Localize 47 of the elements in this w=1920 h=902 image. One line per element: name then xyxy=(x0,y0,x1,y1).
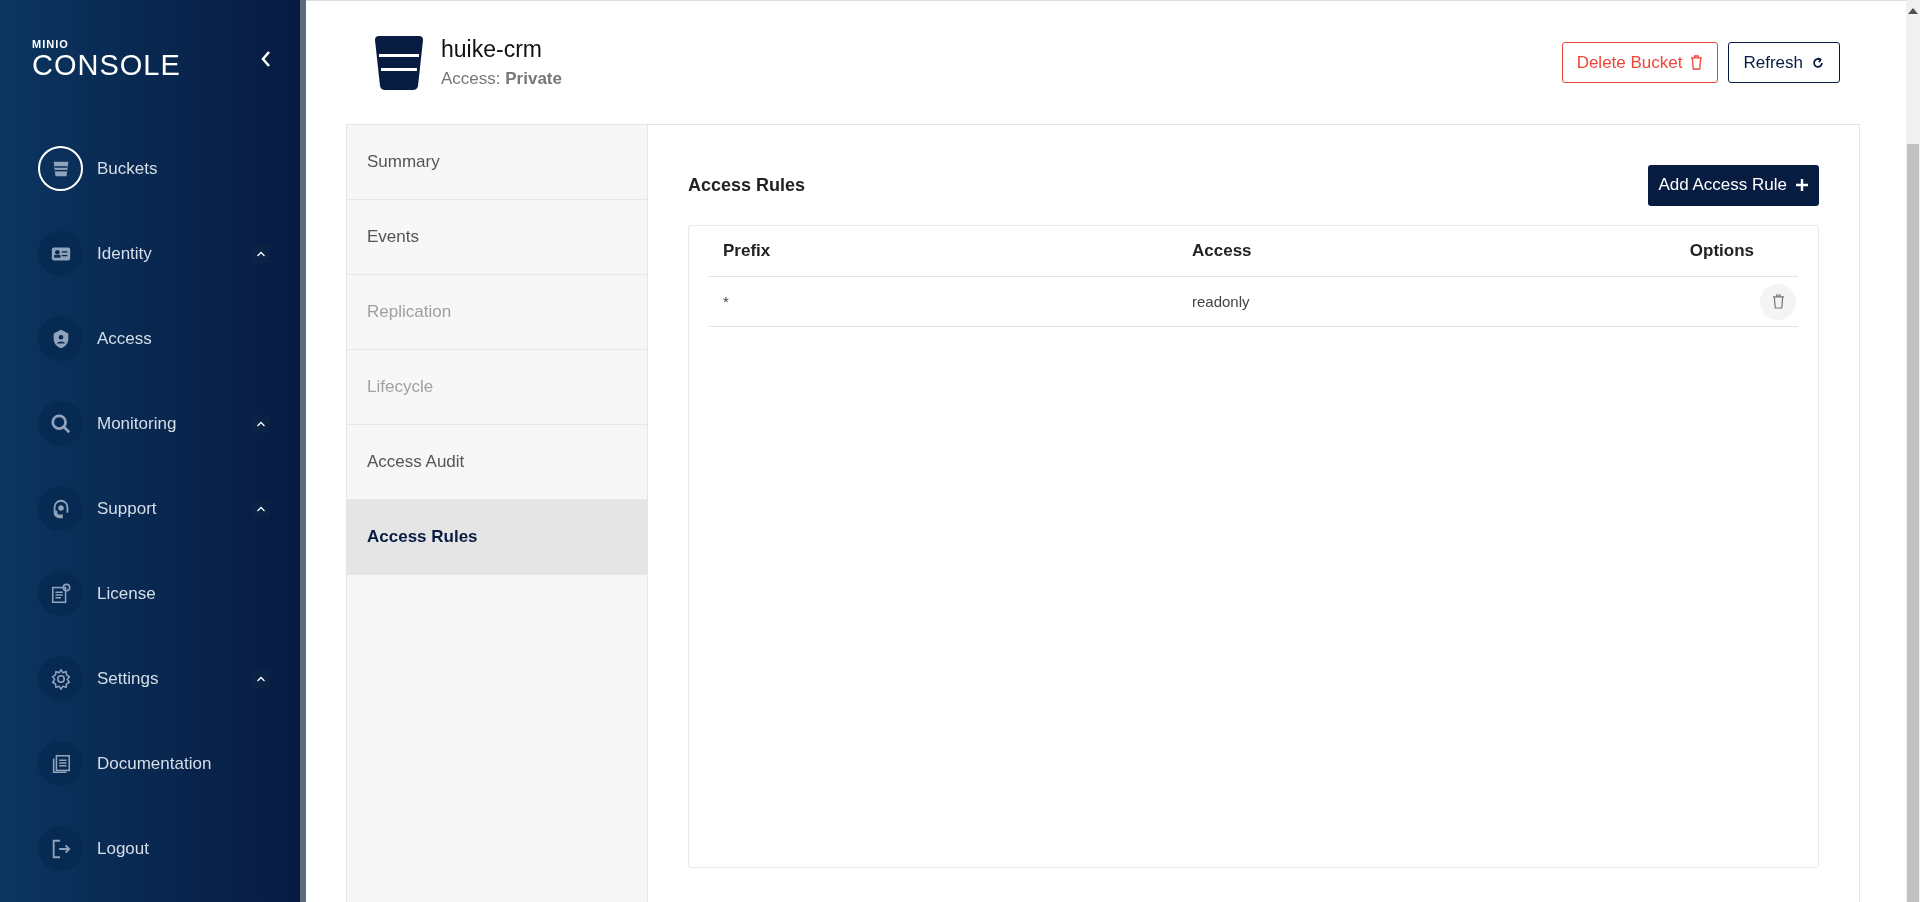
column-header: Access xyxy=(1192,241,1253,261)
bucket-icon xyxy=(373,35,425,90)
refresh-button[interactable]: Refresh xyxy=(1728,42,1840,83)
magnifier-icon xyxy=(49,412,72,435)
menu-label: Access xyxy=(97,328,153,349)
sidebar-item[interactable]: Settings xyxy=(0,636,300,721)
chevron-left-icon[interactable] xyxy=(260,50,272,68)
menu-label: License xyxy=(97,583,157,604)
menu-label: Buckets xyxy=(97,158,159,179)
sidebar-item[interactable]: Support xyxy=(0,466,300,551)
document-icon xyxy=(49,582,72,605)
sidebar-item[interactable]: Documentation xyxy=(0,721,300,806)
logo-product: CONSOLE xyxy=(32,50,181,80)
trash-icon xyxy=(1690,55,1704,70)
refresh-icon xyxy=(1811,55,1825,70)
delete-button[interactable]: Delete Bucket xyxy=(1561,42,1719,83)
section-title: Access Rules xyxy=(688,174,806,196)
menu-label: Support xyxy=(97,498,158,519)
menu-label: Settings xyxy=(97,668,160,689)
scrollbar-thumb[interactable] xyxy=(1907,144,1919,902)
column-header: Options xyxy=(1688,241,1755,261)
table-cell-text: * xyxy=(722,293,730,310)
bucket-access: Access: Private xyxy=(441,69,562,89)
scroll-up-icon[interactable] xyxy=(1908,8,1918,14)
sidebar-item[interactable]: Access xyxy=(0,296,300,381)
scrollbar[interactable] xyxy=(1906,0,1920,902)
column-header: Prefix xyxy=(722,241,772,261)
bucket-name: huike-crm xyxy=(441,36,543,63)
menu-label: Identity xyxy=(97,243,153,264)
sidebar-item[interactable]: Logout xyxy=(0,806,300,891)
gear-icon xyxy=(49,667,72,690)
sidebar-item[interactable]: Monitoring xyxy=(0,381,300,466)
menu-label: Documentation xyxy=(97,753,213,774)
menu-label: Logout xyxy=(97,838,150,859)
sidebar-item[interactable]: Buckets xyxy=(0,126,300,211)
delete-rule-button[interactable] xyxy=(1760,283,1796,320)
tab[interactable]: Events xyxy=(347,200,647,275)
tab[interactable]: Access Rules xyxy=(347,500,647,575)
menu-label: Monitoring xyxy=(97,413,178,434)
logo-brand: MINIO xyxy=(32,38,70,50)
trash-icon xyxy=(1771,294,1785,309)
add-rule-button[interactable]: Add Access Rule xyxy=(1648,164,1819,206)
sidebar-item[interactable]: Identity xyxy=(0,211,300,296)
plus-icon xyxy=(1795,178,1809,192)
sidebar-item[interactable]: License xyxy=(0,551,300,636)
tab[interactable]: Summary xyxy=(347,125,647,200)
table-cell-text: readonly xyxy=(1192,293,1251,310)
